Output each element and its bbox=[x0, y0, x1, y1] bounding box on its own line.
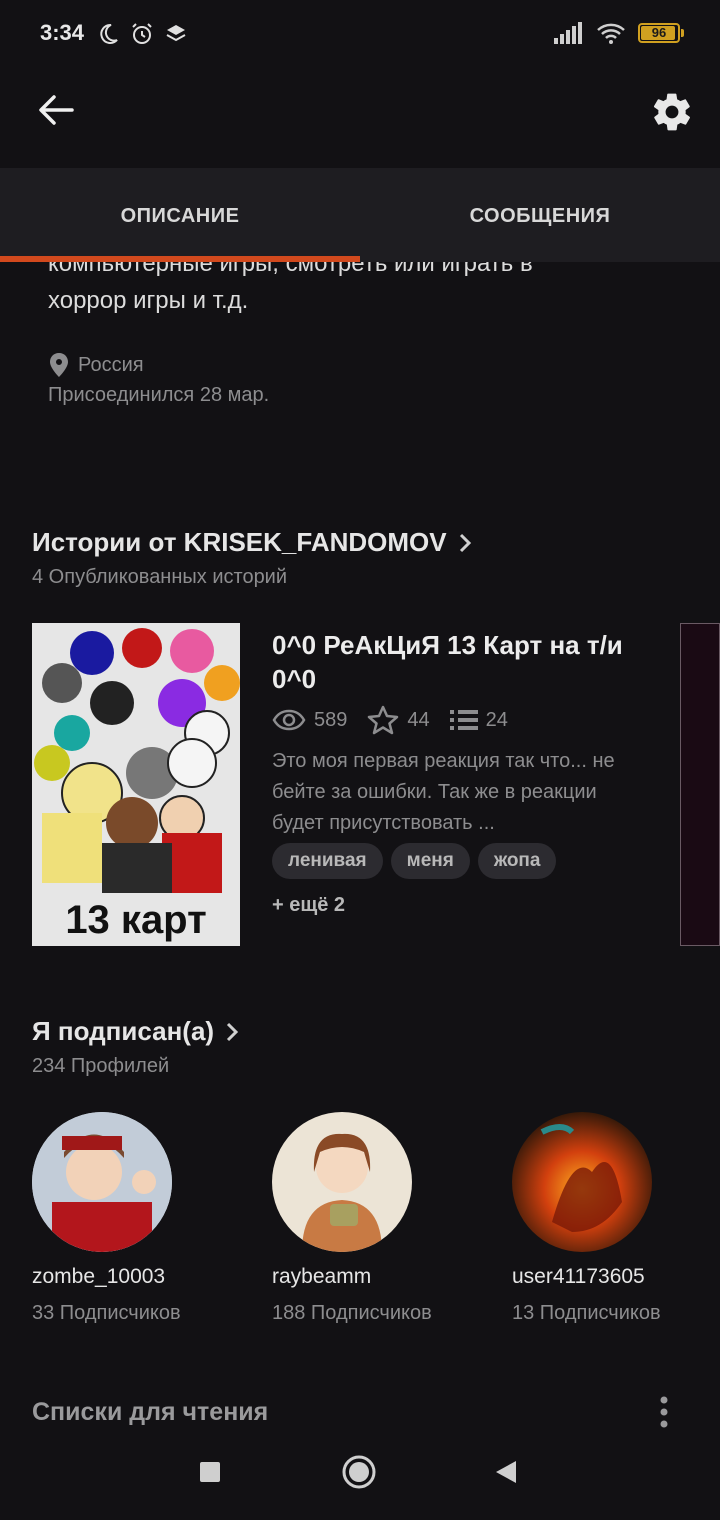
location-text: Россия bbox=[78, 353, 144, 376]
gear-icon bbox=[653, 93, 690, 131]
story-title[interactable]: 0^0 РеАкЦиЯ 13 Карт на т/и 0^0 bbox=[272, 628, 652, 696]
tab-messages[interactable]: СООБЩЕНИЯ bbox=[360, 168, 720, 262]
avatar-image bbox=[32, 1112, 172, 1252]
battery-level: 96 bbox=[651, 25, 667, 40]
wifi-icon bbox=[597, 23, 625, 44]
battery-indicator: 96 bbox=[638, 23, 680, 43]
story-tags: ленивая меня жопа bbox=[272, 843, 557, 879]
nav-circle-icon bbox=[342, 1455, 376, 1489]
eye-icon bbox=[272, 709, 306, 731]
tag-chip[interactable]: меня bbox=[390, 843, 470, 879]
chevron-right-icon bbox=[227, 1022, 239, 1041]
moon-icon bbox=[100, 23, 118, 44]
stories-title: Истории от KRISEK_FANDOMOV bbox=[32, 527, 447, 557]
avatar[interactable] bbox=[512, 1112, 652, 1252]
following-count: 234 Профилей bbox=[32, 1055, 170, 1077]
following-username[interactable]: raybeamm bbox=[272, 1265, 371, 1289]
tab-description[interactable]: ОПИСАНИЕ bbox=[0, 168, 360, 262]
next-story-cover[interactable] bbox=[680, 623, 720, 946]
signal-icon bbox=[554, 22, 582, 44]
nav-back-button[interactable] bbox=[494, 1459, 518, 1490]
avatar-image bbox=[512, 1112, 652, 1252]
stories-count: 4 Опубликованных историй bbox=[32, 566, 288, 588]
reading-lists-title[interactable]: Списки для чтения bbox=[32, 1398, 268, 1427]
layers-icon bbox=[166, 25, 186, 42]
status-icons bbox=[96, 22, 188, 46]
tag-chip[interactable]: жопа bbox=[477, 843, 557, 879]
nav-back-triangle-icon bbox=[496, 1461, 516, 1483]
cover-title: 13 карт bbox=[65, 898, 206, 942]
back-button[interactable] bbox=[36, 90, 76, 130]
avatar[interactable] bbox=[272, 1112, 412, 1252]
status-right: 96 bbox=[554, 22, 684, 44]
stories-header[interactable]: Истории от KRISEK_FANDOMOV bbox=[32, 527, 473, 558]
tag-chip[interactable]: ленивая bbox=[272, 843, 383, 879]
cover-art: 13 карт bbox=[32, 623, 240, 946]
system-nav-bar bbox=[0, 1430, 720, 1520]
following-title: Я подписан(а) bbox=[32, 1016, 215, 1046]
following-followers: 13 Подписчиков bbox=[512, 1302, 661, 1324]
back-arrow-icon bbox=[39, 95, 74, 125]
chevron-right-icon bbox=[459, 533, 471, 552]
kebab-menu-icon bbox=[660, 1396, 668, 1428]
following-followers: 33 Подписчиков bbox=[32, 1302, 181, 1324]
home-button[interactable] bbox=[341, 1454, 377, 1495]
reading-lists-menu[interactable] bbox=[650, 1394, 678, 1430]
avatar-image bbox=[272, 1112, 412, 1252]
settings-button[interactable] bbox=[650, 90, 694, 134]
profile-tabs: ОПИСАНИЕ СООБЩЕНИЯ bbox=[0, 168, 720, 262]
views-stat: 589 bbox=[272, 709, 347, 732]
bio-text: хоррор игры и т.д. bbox=[48, 287, 249, 314]
more-tags-link[interactable]: + ещё 2 bbox=[272, 894, 345, 917]
story-description: Это моя первая реакция так что... не бей… bbox=[272, 750, 615, 834]
story-cover[interactable]: 13 карт bbox=[32, 623, 240, 946]
following-username[interactable]: zombe_10003 bbox=[32, 1265, 165, 1289]
list-icon bbox=[449, 710, 478, 730]
status-time: 3:34 bbox=[40, 20, 85, 45]
location-pin-icon bbox=[50, 353, 68, 377]
star-icon bbox=[368, 705, 399, 735]
following-header[interactable]: Я подписан(а) bbox=[32, 1016, 240, 1047]
nav-square-icon bbox=[200, 1462, 220, 1482]
avatar[interactable] bbox=[32, 1112, 172, 1252]
joined-date: Присоединился 28 мар. bbox=[48, 384, 270, 406]
following-username[interactable]: user41173605 bbox=[512, 1265, 645, 1289]
votes-count: 44 bbox=[407, 708, 430, 731]
views-count: 589 bbox=[314, 708, 348, 731]
votes-stat: 44 bbox=[367, 705, 430, 735]
parts-stat: 24 bbox=[449, 708, 508, 732]
story-stats: 589 44 24 bbox=[272, 705, 528, 735]
parts-count: 24 bbox=[485, 708, 508, 731]
following-followers: 188 Подписчиков bbox=[272, 1302, 432, 1324]
location: Россия bbox=[48, 352, 144, 378]
alarm-icon bbox=[132, 23, 152, 44]
recents-button[interactable] bbox=[199, 1461, 221, 1488]
